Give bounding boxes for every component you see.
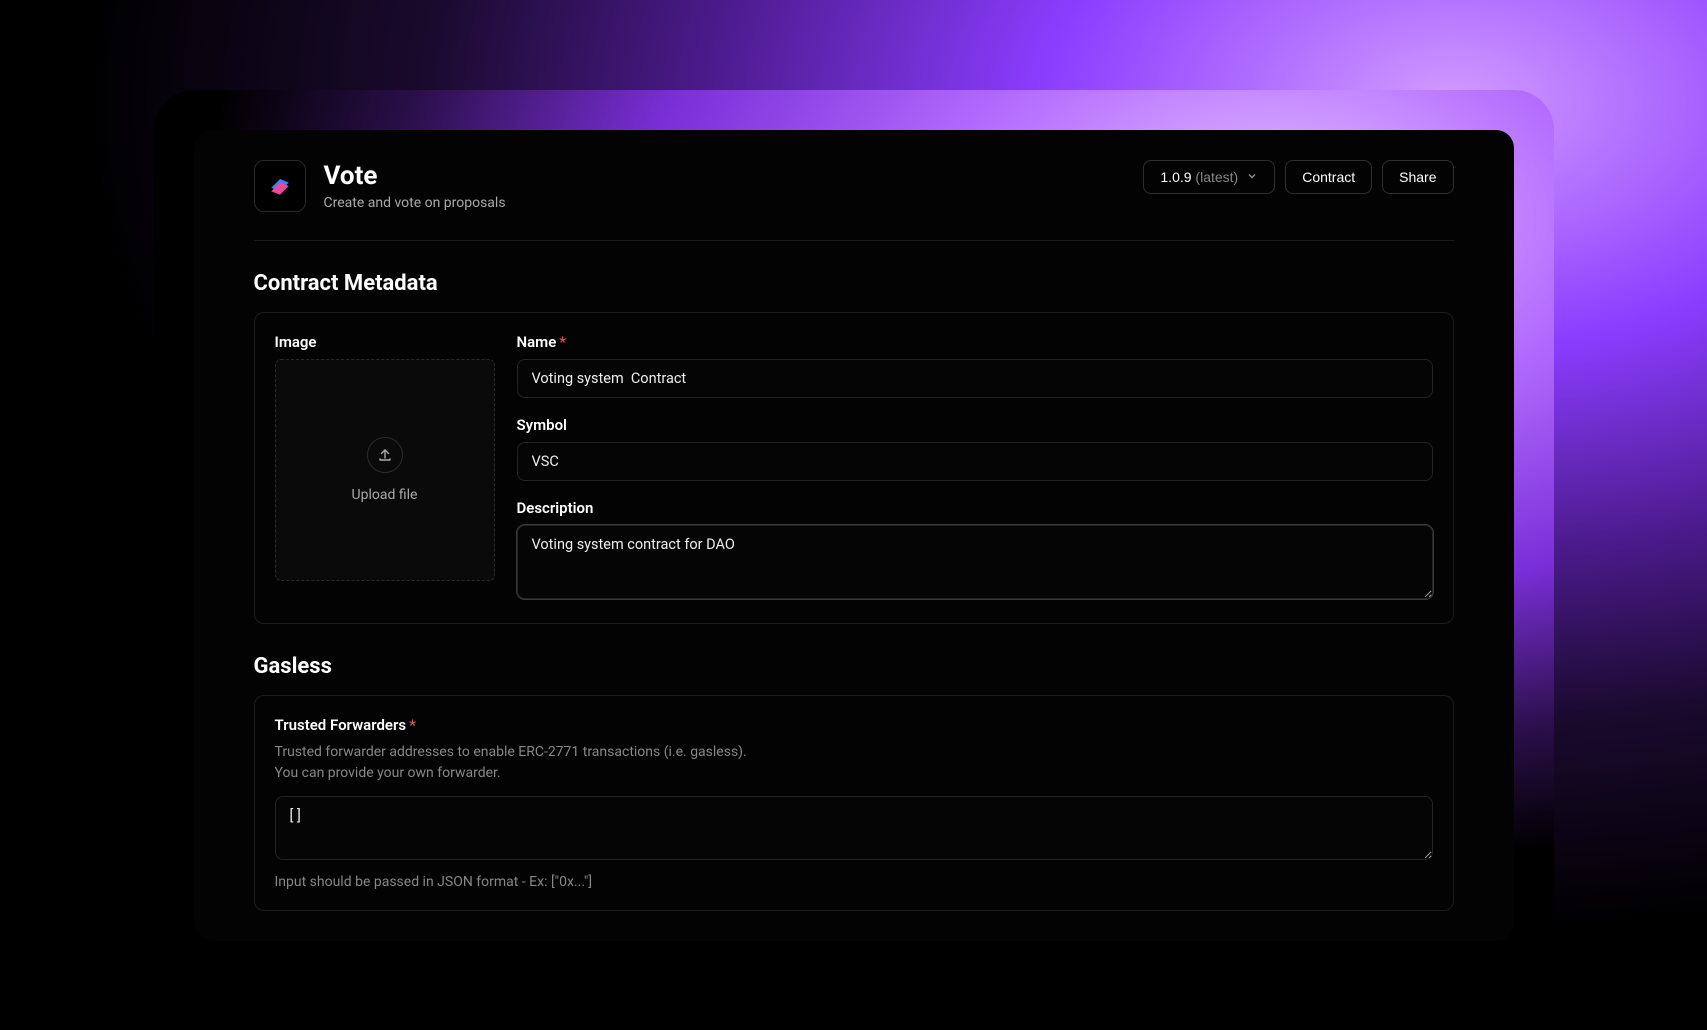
page-subtitle: Create and vote on proposals (324, 195, 506, 211)
upload-file-label: Upload file (352, 487, 418, 503)
metadata-section-title: Contract Metadata (254, 271, 1454, 296)
gasless-card: Trusted Forwarders* Trusted forwarder ad… (254, 695, 1454, 911)
app-logo (254, 160, 306, 212)
symbol-label: Symbol (517, 416, 1433, 434)
logo-icon (266, 172, 294, 200)
chevron-down-icon (1246, 169, 1258, 185)
description-label: Description (517, 499, 1433, 517)
metadata-card: Image Upload file (254, 312, 1454, 624)
contract-button[interactable]: Contract (1285, 160, 1372, 194)
name-input[interactable] (517, 359, 1433, 398)
description-textarea[interactable] (517, 525, 1433, 599)
forwarders-textarea[interactable] (275, 796, 1433, 860)
share-button[interactable]: Share (1382, 160, 1453, 194)
symbol-input[interactable] (517, 442, 1433, 481)
forwarders-hint: Input should be passed in JSON format - … (275, 874, 1433, 890)
gasless-section-title: Gasless (254, 654, 1454, 679)
header: Vote Create and vote on proposals 1.0.9 … (254, 160, 1454, 241)
forwarders-label: Trusted Forwarders* (275, 716, 1433, 734)
version-dropdown[interactable]: 1.0.9 (latest) (1143, 160, 1275, 194)
page-title: Vote (324, 161, 506, 191)
main-panel: Vote Create and vote on proposals 1.0.9 … (194, 130, 1514, 941)
image-upload-dropzone[interactable]: Upload file (275, 359, 495, 581)
forwarders-help: Trusted forwarder addresses to enable ER… (275, 742, 1433, 784)
name-label: Name* (517, 333, 1433, 351)
upload-icon (367, 437, 403, 473)
image-label: Image (275, 333, 495, 351)
